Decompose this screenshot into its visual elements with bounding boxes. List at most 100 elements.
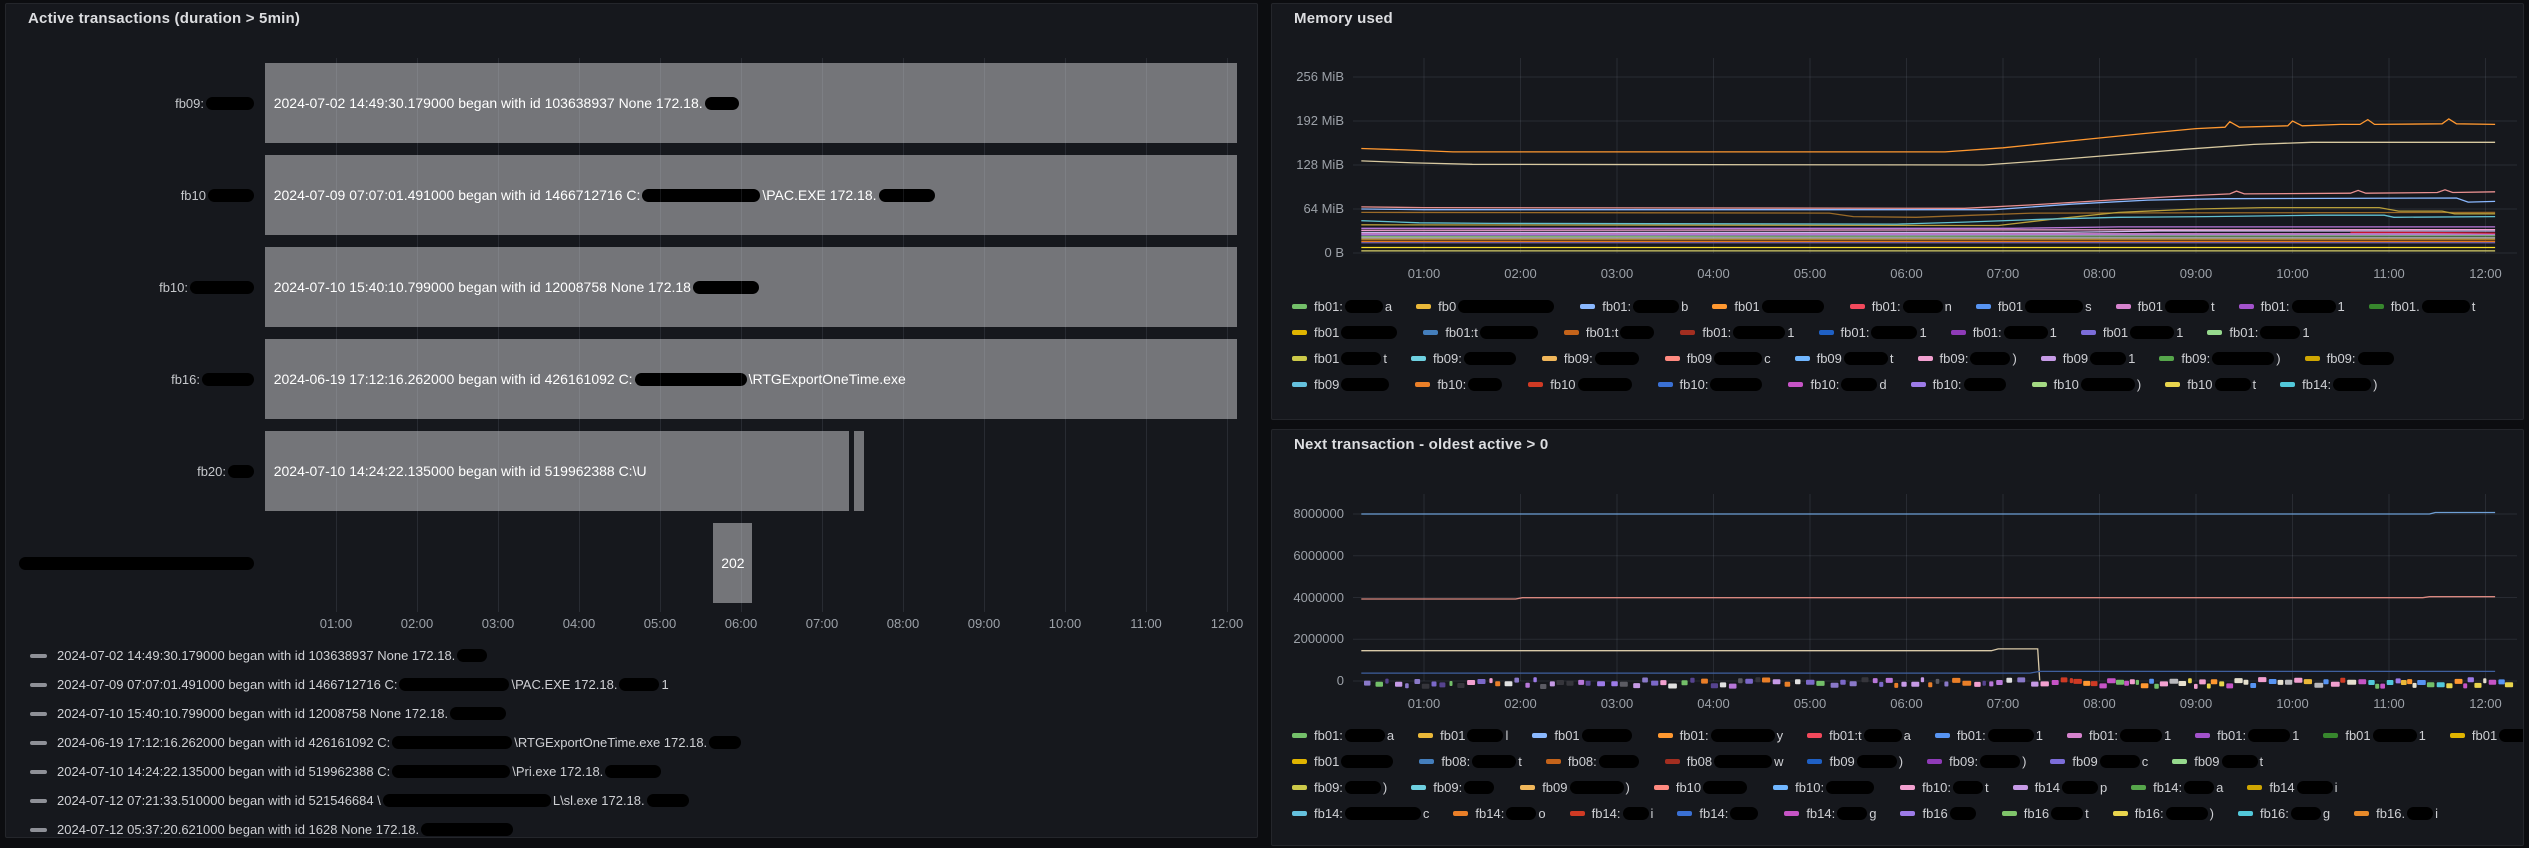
legend-item[interactable]: fb01: 1	[2207, 325, 2310, 340]
legend-item[interactable]: fb01: 1	[2238, 299, 2345, 314]
legend-item[interactable]: fb01	[1292, 325, 1399, 340]
legend-item[interactable]: fb10)	[2031, 377, 2141, 392]
legend-item[interactable]: fb01: a	[1292, 299, 1392, 314]
legend-item[interactable]: fb09)	[1807, 754, 1903, 769]
legend-item[interactable]: fb10	[1528, 377, 1633, 392]
legend-item[interactable]: fb14: g	[1784, 806, 1876, 821]
legend-item[interactable]: 2024-07-12 05:37:20.621000 began with id…	[30, 822, 515, 837]
legend-item[interactable]: fb09)	[1520, 780, 1630, 795]
legend-item[interactable]: fb01: 1	[2195, 728, 2299, 743]
event-dot	[2358, 679, 2367, 685]
legend-marker	[30, 798, 47, 803]
legend-item[interactable]: fb01: b	[1580, 299, 1688, 314]
legend-item[interactable]: fb14 p	[2012, 780, 2107, 795]
legend-item[interactable]: 2024-07-12 07:21:33.510000 began with id…	[30, 793, 691, 808]
legend-item[interactable]: 2024-07-09 07:07:01.491000 began with id…	[30, 677, 669, 692]
legend-item[interactable]: fb14:)	[2280, 377, 2377, 392]
legend-item[interactable]: fb01: 1	[1818, 325, 1927, 340]
legend-item[interactable]: fb10:	[1657, 377, 1765, 392]
legend-item[interactable]: fb16:)	[2112, 806, 2214, 821]
legend-item[interactable]: fb01: a	[1292, 728, 1394, 743]
legend-item[interactable]: fb08: t	[1419, 754, 1522, 769]
legend-item[interactable]: fb10:	[1773, 780, 1876, 795]
legend-item[interactable]: fb10: t	[1900, 780, 1989, 795]
legend-item[interactable]: 2024-07-10 15:40:10.799000 began with id…	[30, 706, 508, 721]
legend-item[interactable]: fb09 c	[2050, 754, 2148, 769]
legend-item[interactable]: fb09:	[2304, 351, 2396, 366]
legend-item[interactable]: fb01:t	[1423, 325, 1540, 340]
legend-label: fb08: t	[1441, 754, 1522, 769]
legend-item[interactable]: fb09 t	[2172, 754, 2263, 769]
gantt-bar[interactable]: 2024-07-10 14:24:22.135000 began with id…	[264, 431, 849, 511]
legend-item[interactable]: fb09 1	[2040, 351, 2135, 366]
legend-item[interactable]: fb011	[2449, 728, 2523, 743]
legend-item[interactable]: fb09:	[1541, 351, 1641, 366]
legend-item[interactable]: fb01 s	[1975, 299, 2092, 314]
legend-item[interactable]: fb09:)	[2159, 351, 2281, 366]
legend-item[interactable]: fb011	[2323, 728, 2426, 743]
event-dot	[2051, 680, 2059, 685]
event-dot	[2303, 679, 2312, 685]
legend-item[interactable]: fb01: 1	[2067, 728, 2171, 743]
legend-item[interactable]: fb14: i	[1569, 806, 1653, 821]
legend-item[interactable]: fb01: y	[1657, 728, 1783, 743]
legend-item[interactable]: fb09:)	[1927, 754, 2026, 769]
series-line	[1361, 189, 2496, 209]
legend-item[interactable]: fb0	[1416, 299, 1556, 314]
legend-item[interactable]: fb09:	[1411, 780, 1496, 795]
legend-item[interactable]: fb01 l	[1418, 728, 1508, 743]
legend-item[interactable]: fb011	[2080, 325, 2183, 340]
legend-item[interactable]: 2024-06-19 17:12:16.262000 began with id…	[30, 735, 743, 750]
legend-item[interactable]: fb14 i	[2247, 780, 2338, 795]
legend-marker	[1975, 304, 1991, 309]
legend-label: fb09:)	[1939, 351, 2017, 366]
legend-item[interactable]: fb01: n	[1849, 299, 1952, 314]
legend-item[interactable]: fb09:)	[1292, 780, 1387, 795]
legend-item[interactable]: fb01: 1	[1934, 728, 2043, 743]
legend-item[interactable]: 2024-07-02 14:49:30.179000 began with id…	[30, 648, 489, 663]
gantt-bar[interactable]: 2024-06-19 17:12:16.262000 began with id…	[264, 339, 1237, 419]
legend-item[interactable]: 2024-07-10 14:24:22.135000 began with id…	[30, 764, 663, 779]
legend-item[interactable]: fb14: a	[2131, 780, 2223, 795]
legend-item[interactable]: fb01	[1292, 754, 1395, 769]
legend-item[interactable]: fb16. i	[2354, 806, 2438, 821]
legend-item[interactable]: fb14: c	[1292, 806, 1429, 821]
gantt-bar[interactable]: 2024-07-02 14:49:30.179000 began with id…	[264, 63, 1237, 143]
legend-item[interactable]: fb14:	[1677, 806, 1760, 821]
legend-item[interactable]: fb01 t	[2115, 299, 2215, 314]
y-axis-label: 192 MiB	[1296, 113, 1344, 128]
legend-item[interactable]: fb16 t	[2001, 806, 2089, 821]
legend-item[interactable]: fb01:t a	[1807, 728, 1911, 743]
redaction	[1506, 807, 1537, 820]
legend-item[interactable]: fb10: d	[1788, 377, 1887, 392]
legend-item[interactable]: fb09 t	[1794, 351, 1894, 366]
gantt-bar[interactable]: 2024-07-10 15:40:10.799000 began with id…	[264, 247, 1237, 327]
series-line	[1361, 235, 2496, 238]
legend-item[interactable]: fb01	[1712, 299, 1825, 314]
legend-item[interactable]: fb16: g	[2237, 806, 2330, 821]
legend-item[interactable]: fb09:)	[1917, 351, 2017, 366]
legend-item[interactable]: fb09:	[1410, 351, 1518, 366]
legend-item[interactable]: fb01: 1	[1680, 325, 1795, 340]
gantt-bar[interactable]: 2024-07-09 07:07:01.491000 began with id…	[264, 155, 1237, 235]
legend-item[interactable]: fb01	[1532, 728, 1633, 743]
legend-item[interactable]: fb10:	[1415, 377, 1504, 392]
legend-item[interactable]: fb09 c	[1664, 351, 1771, 366]
legend-item[interactable]: fb10	[1653, 780, 1749, 795]
legend-item[interactable]: fb14: o	[1453, 806, 1546, 821]
gantt-bar[interactable]: 202	[713, 523, 753, 603]
gantt-bar[interactable]	[854, 431, 865, 511]
event-dot	[2294, 677, 2303, 683]
legend-item[interactable]: fb01: 1	[1950, 325, 2057, 340]
legend-item[interactable]: fb16	[1900, 806, 1977, 821]
legend-item[interactable]: fb09	[1292, 377, 1391, 392]
legend-item[interactable]: fb01. t	[2368, 299, 2475, 314]
event-dot	[2234, 678, 2243, 684]
legend-item[interactable]: fb01:t	[1563, 325, 1657, 340]
legend-item[interactable]: fb10:	[1910, 377, 2008, 392]
event-dot	[1633, 683, 1641, 689]
legend-item[interactable]: fb08:	[1545, 754, 1641, 769]
legend-item[interactable]: fb10 t	[2165, 377, 2256, 392]
legend-item[interactable]: fb08 w	[1664, 754, 1783, 769]
legend-item[interactable]: fb01 t	[1292, 351, 1387, 366]
